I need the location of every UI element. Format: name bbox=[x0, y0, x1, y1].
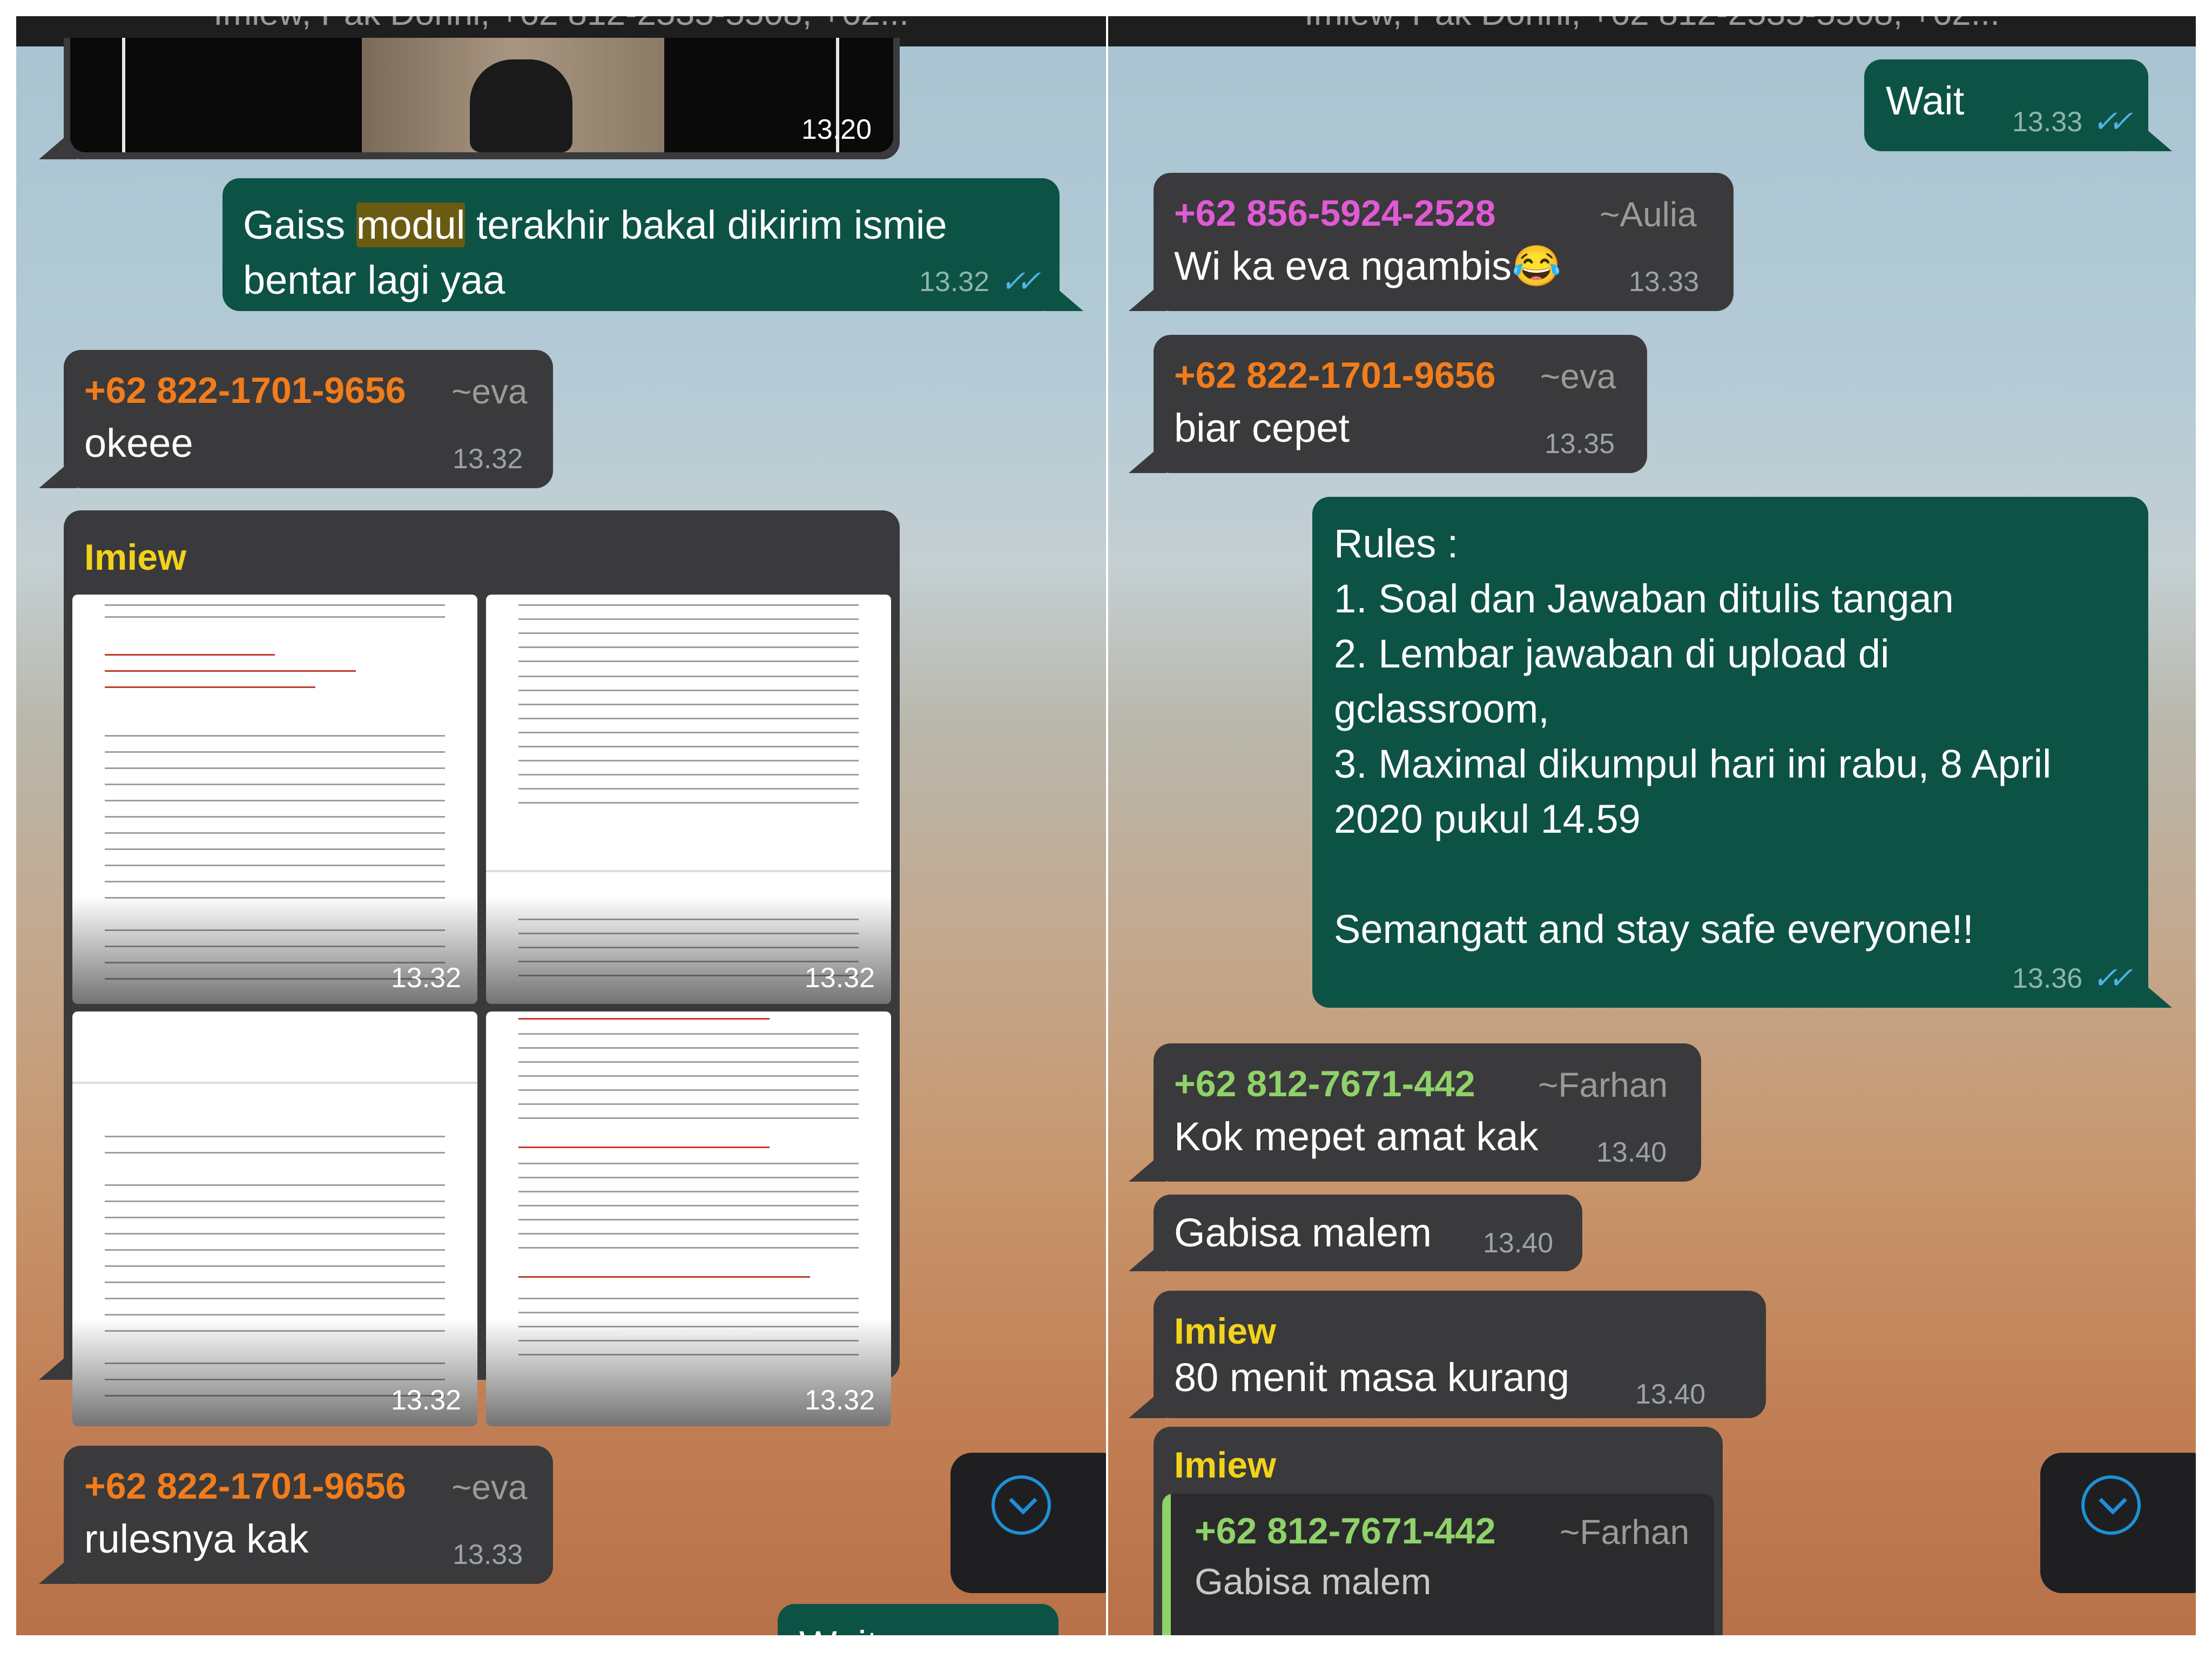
outgoing-message-wait[interactable]: Wait 13.33 ✓✓ bbox=[1864, 59, 2172, 151]
sender-name[interactable]: Imiew bbox=[1174, 1310, 1276, 1352]
sender-alias: ~eva bbox=[451, 372, 528, 411]
sender-name[interactable]: Imiew bbox=[1174, 1444, 1276, 1486]
video-thumbnail[interactable]: 13.20 bbox=[70, 38, 893, 152]
chat-panel-left[interactable]: Imiew, Pak Dohni, +62 812-2535-5508, +62… bbox=[16, 16, 1106, 1635]
message-time: 13.32 bbox=[453, 443, 523, 475]
message-time: 13.40 bbox=[1635, 1379, 1706, 1410]
quoted-sender-alias: ~Farhan bbox=[1560, 1513, 1690, 1552]
scroll-to-bottom-button[interactable] bbox=[2040, 1453, 2196, 1593]
sender-name[interactable]: Imiew bbox=[84, 536, 186, 578]
tears-of-joy-emoji-icon: 😂 bbox=[1512, 244, 1562, 288]
message-time: 13.40 bbox=[1596, 1137, 1667, 1168]
incoming-reply-imiew[interactable]: Imiew +62 812-7671-442 ~Farhan Gabisa ma… bbox=[1154, 1427, 1723, 1635]
message-time: 13.33 bbox=[1629, 266, 1700, 298]
message-text: Wi ka eva ngambis😂 bbox=[1174, 244, 1562, 288]
read-receipt-icon: ✓✓ bbox=[1000, 264, 1041, 298]
quoted-message[interactable]: +62 812-7671-442 ~Farhan Gabisa malem bbox=[1162, 1494, 1714, 1635]
sender-phone[interactable]: +62 822-1701-9656 bbox=[84, 369, 406, 412]
quoted-sender-phone: +62 812-7671-442 bbox=[1195, 1510, 1496, 1552]
message-time: 13.32 bbox=[919, 266, 990, 298]
incoming-album-imiew[interactable]: Imiew 13.32 13.32 13.32 13.32 bbox=[39, 510, 900, 1426]
message-time: 13.40 bbox=[1483, 1228, 1554, 1259]
sender-alias: ~Aulia bbox=[1600, 195, 1697, 234]
message-text: 80 menit masa kurang bbox=[1174, 1355, 1570, 1400]
message-text: Kok mepet amat kak bbox=[1174, 1114, 1539, 1159]
chat-panel-right[interactable]: Imiew, Pak Dohni, +62 812-2535-5508, +62… bbox=[1108, 16, 2196, 1635]
message-time: 13.35 bbox=[1545, 428, 1615, 460]
message-text: Wait bbox=[799, 1618, 878, 1635]
message-text: Gabisa malem bbox=[1174, 1210, 1432, 1255]
scroll-to-bottom-button[interactable] bbox=[950, 1453, 1106, 1593]
outgoing-message-modul[interactable]: Gaiss modul terakhir bakal dikirim ismie… bbox=[222, 178, 1083, 311]
incoming-message-gabisa-malem[interactable]: Gabisa malem 13.40 bbox=[1129, 1195, 1582, 1271]
outgoing-message-rules[interactable]: Rules : 1. Soal dan Jawaban ditulis tang… bbox=[1312, 497, 2172, 1008]
message-time: 13.33 bbox=[2012, 106, 2083, 138]
incoming-message-farhan[interactable]: +62 812-7671-442 ~Farhan Kok mepet amat … bbox=[1129, 1043, 1701, 1182]
document-image-1[interactable]: 13.32 bbox=[72, 595, 477, 1004]
sender-alias: ~eva bbox=[451, 1468, 528, 1507]
incoming-message-eva-okeee[interactable]: +62 822-1701-9656 ~eva okeee 13.32 bbox=[39, 350, 553, 488]
search-highlight: modul bbox=[356, 203, 466, 247]
sender-alias: ~Farhan bbox=[1538, 1065, 1668, 1104]
incoming-message-aulia[interactable]: +62 856-5924-2528 ~Aulia Wi ka eva ngamb… bbox=[1129, 173, 1734, 311]
sender-phone[interactable]: +62 856-5924-2528 bbox=[1174, 192, 1496, 234]
outgoing-message-wait-partial[interactable]: Wait bbox=[778, 1604, 1058, 1635]
sender-phone[interactable]: +62 822-1701-9656 bbox=[1174, 354, 1496, 396]
quoted-text: Gabisa malem bbox=[1195, 1561, 1432, 1602]
message-text: rulesnya kak bbox=[84, 1516, 309, 1561]
read-receipt-icon: ✓✓ bbox=[2092, 104, 2133, 138]
sender-phone[interactable]: +62 812-7671-442 bbox=[1174, 1063, 1475, 1105]
incoming-message-imiew-80-menit[interactable]: Imiew 80 menit masa kurang 13.40 bbox=[1129, 1291, 1766, 1418]
message-time: 13.33 bbox=[453, 1539, 523, 1570]
message-text: Rules : 1. Soal dan Jawaban ditulis tang… bbox=[1334, 521, 2052, 952]
document-image-2[interactable]: 13.32 bbox=[486, 595, 891, 1004]
image-time: 13.32 bbox=[390, 1385, 461, 1416]
image-time: 13.32 bbox=[390, 962, 461, 994]
document-image-3[interactable]: 13.32 bbox=[72, 1011, 477, 1426]
image-time: 13.32 bbox=[804, 962, 875, 994]
message-text: Wait bbox=[1886, 78, 1965, 123]
image-time: 13.32 bbox=[804, 1385, 875, 1416]
message-text: Gaiss modul terakhir bakal dikirim ismie… bbox=[243, 203, 947, 302]
video-timestamp: 13.20 bbox=[801, 114, 872, 145]
message-time: 13.36 bbox=[2012, 963, 2083, 994]
document-image-4[interactable]: 13.32 bbox=[486, 1011, 891, 1426]
incoming-message-eva-biar-cepet[interactable]: +62 822-1701-9656 ~eva biar cepet 13.35 bbox=[1129, 335, 1647, 473]
message-text: okeee bbox=[84, 421, 193, 466]
read-receipt-icon: ✓✓ bbox=[2092, 961, 2133, 995]
sender-alias: ~eva bbox=[1540, 357, 1616, 396]
incoming-message-eva-rulesnya[interactable]: +62 822-1701-9656 ~eva rulesnya kak 13.3… bbox=[39, 1446, 553, 1584]
video-message[interactable]: 13.20 bbox=[39, 38, 900, 159]
sender-phone[interactable]: +62 822-1701-9656 bbox=[84, 1465, 406, 1507]
message-text: biar cepet bbox=[1174, 406, 1350, 450]
chat-header-participants[interactable]: Imiew, Pak Dohni, +62 812-2535-5508, +62… bbox=[1108, 16, 2196, 46]
